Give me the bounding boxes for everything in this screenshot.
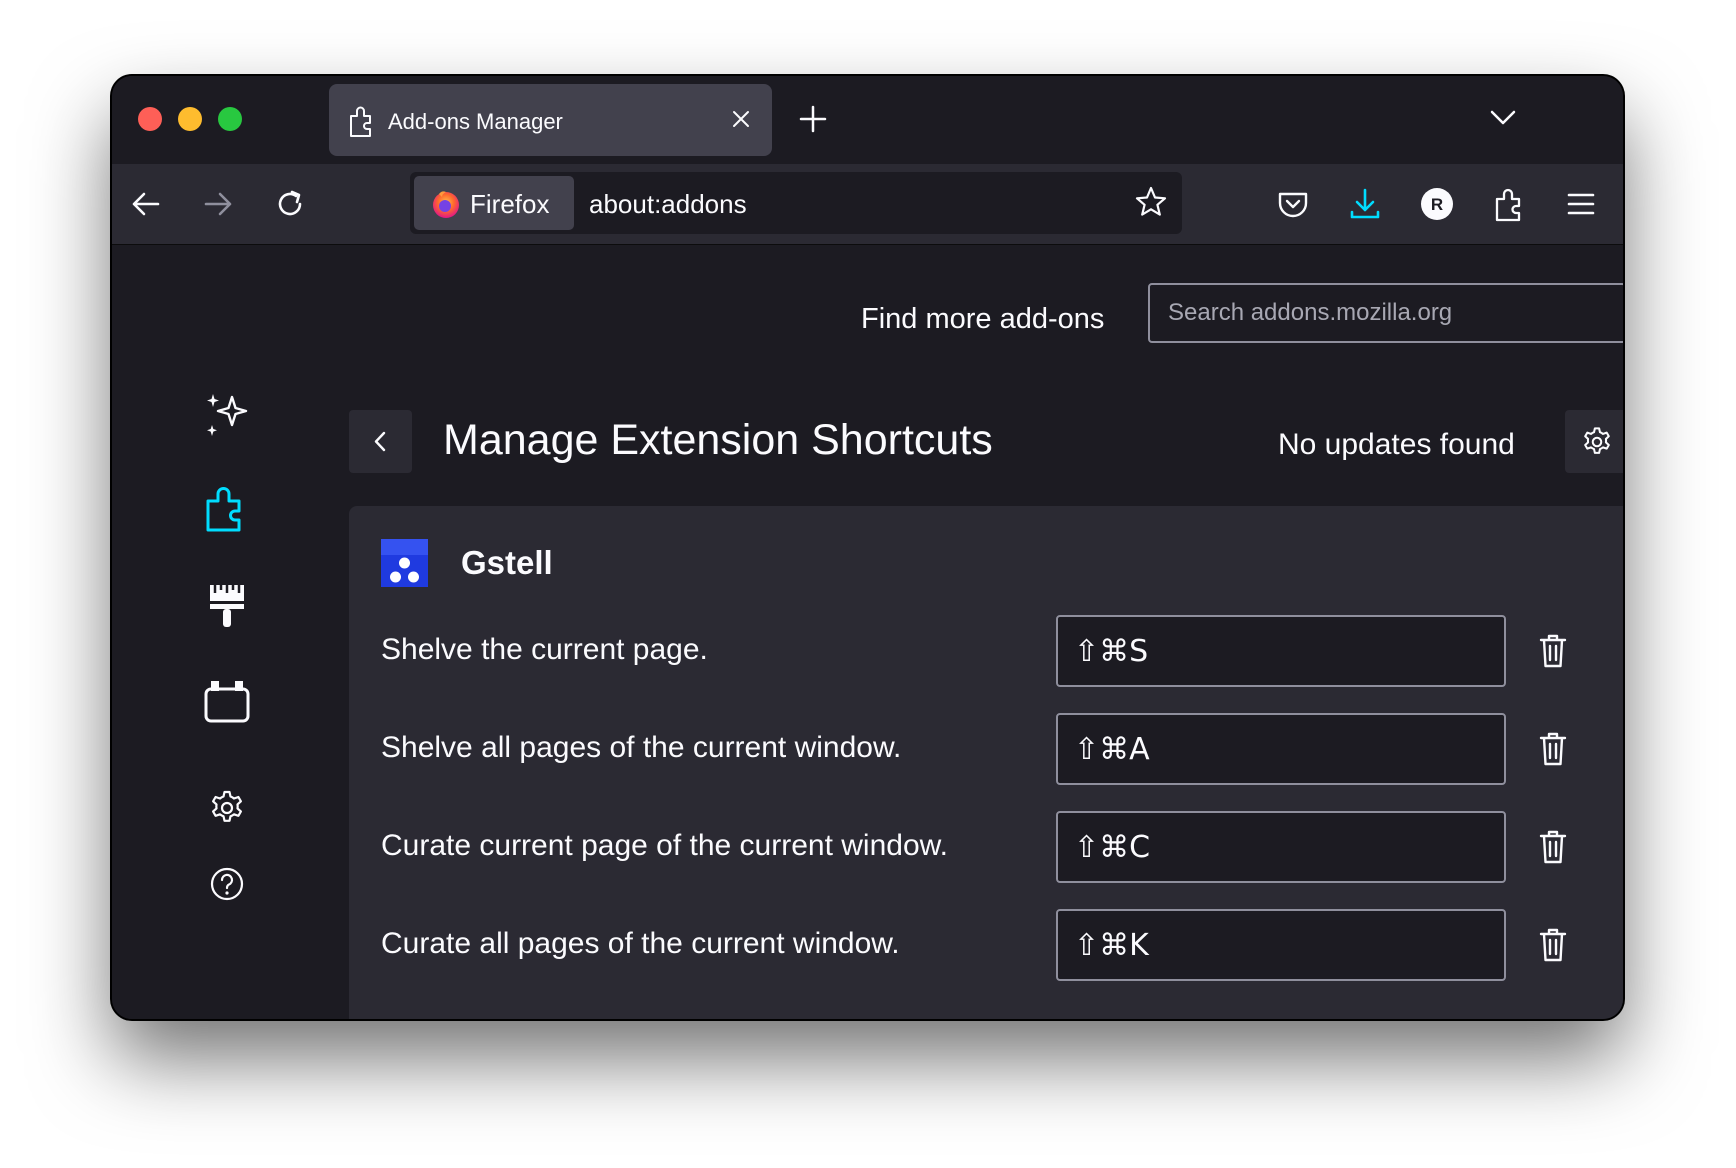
url-bar[interactable]: Firefox about:addons [410,172,1182,234]
search-input[interactable] [1148,283,1623,343]
hamburger-menu-icon[interactable] [1561,184,1601,224]
back-button[interactable] [349,410,412,473]
trash-icon[interactable] [1537,731,1569,767]
tab-strip: Add-ons Manager [112,76,1623,164]
tab-addons-manager[interactable]: Add-ons Manager [329,84,772,156]
back-arrow-icon[interactable] [126,184,166,224]
close-window-button[interactable] [138,107,162,131]
paintbrush-icon[interactable] [200,579,254,633]
shortcut-card: Gstell Shelve the current page. Shelve a… [349,506,1623,1019]
plugin-icon[interactable] [200,675,254,729]
trash-icon[interactable] [1537,927,1569,963]
gstell-logo-icon [381,539,428,587]
page-title: Manage Extension Shortcuts [443,416,993,464]
svg-text:R: R [1431,195,1443,214]
puzzle-icon[interactable] [200,483,254,537]
chevron-down-icon[interactable] [1488,106,1518,128]
pocket-icon[interactable] [1273,184,1313,224]
shortcut-input[interactable] [1056,909,1506,981]
identity-label: Firefox [470,189,550,219]
identity-box[interactable]: Firefox [414,176,574,230]
extensions-puzzle-icon[interactable] [1489,184,1529,224]
shortcut-label: Curate current page of the current windo… [381,829,948,862]
star-icon[interactable] [1134,185,1168,219]
find-more-label: Find more add-ons [861,303,1105,335]
chevron-left-icon [374,431,386,452]
shortcut-label: Shelve the current page. [381,633,708,666]
browser-window: Add-ons Manager Firefox about:addons R F… [112,76,1623,1019]
shortcut-input[interactable] [1056,713,1506,785]
download-icon[interactable] [1345,184,1385,224]
sparkle-icon[interactable] [200,389,254,443]
gear-icon [1584,427,1610,454]
tab-title: Add-ons Manager [388,109,563,134]
help-icon[interactable] [207,864,247,904]
forward-arrow-icon[interactable] [198,184,238,224]
addons-page: Find more add-ons Search addons.mozilla.… [112,245,1623,1019]
zoom-window-button[interactable] [218,107,242,131]
shortcut-input[interactable] [1056,811,1506,883]
shortcut-label: Curate all pages of the current window. [381,927,900,960]
close-icon[interactable] [728,106,754,132]
account-avatar-icon[interactable]: R [1417,184,1457,224]
update-status: No updates found [1278,428,1515,461]
trash-icon[interactable] [1537,633,1569,669]
shortcut-input[interactable] [1056,615,1506,687]
firefox-logo-icon [433,191,459,218]
shortcut-label: Shelve all pages of the current window. [381,731,902,764]
nav-bar: Firefox about:addons R [112,164,1623,245]
minimize-window-button[interactable] [178,107,202,131]
url-text[interactable]: about:addons [589,189,747,220]
trash-icon[interactable] [1537,829,1569,865]
puzzle-icon [350,106,371,137]
tools-menu-button[interactable] [1565,410,1623,473]
reload-icon[interactable] [270,184,310,224]
extension-name: Gstell [461,544,553,581]
new-tab-button[interactable] [798,104,828,134]
gear-icon[interactable] [207,788,247,828]
